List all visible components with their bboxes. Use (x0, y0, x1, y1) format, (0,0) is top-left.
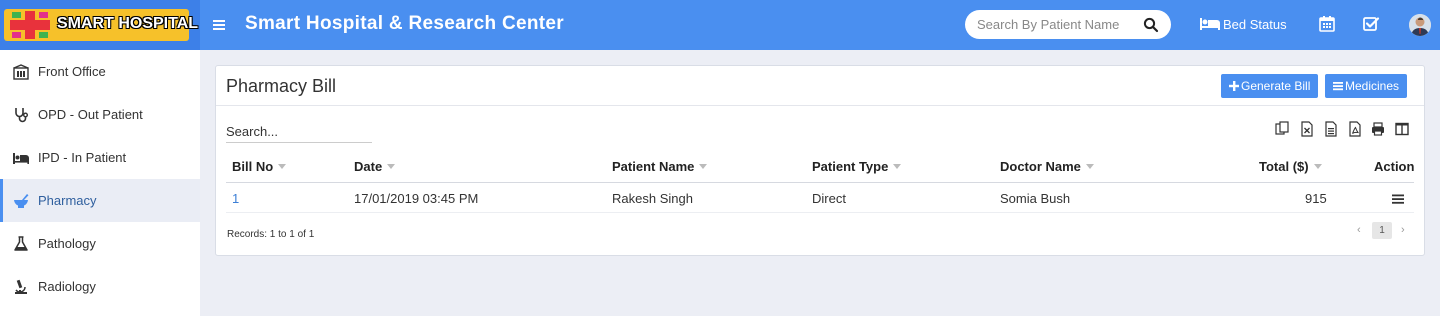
bed-icon (13, 153, 29, 164)
sort-icon (278, 164, 287, 169)
sort-icon (1313, 164, 1322, 169)
table-row-divider (226, 212, 1414, 213)
column-header-label: Action (1374, 159, 1415, 174)
sidebar-item-radiology[interactable]: Radiology (0, 265, 200, 308)
sidebar: Front Office OPD - Out Patient IPD - In … (0, 50, 200, 316)
column-header-doctor-name[interactable]: Doctor Name (1000, 159, 1094, 174)
hospital-cross-logo-icon (10, 11, 50, 39)
menu-icon[interactable] (212, 15, 228, 35)
column-header-patient-name[interactable]: Patient Name (612, 159, 708, 174)
sidebar-item-pharmacy[interactable]: Pharmacy (0, 179, 200, 222)
generate-bill-label: Generate Bill (1241, 79, 1311, 93)
sidebar-item-label: IPD - In Patient (38, 150, 127, 165)
csv-icon[interactable] (1324, 121, 1338, 137)
generate-bill-button[interactable]: Generate Bill (1221, 74, 1319, 98)
medicines-label: Medicines (1345, 79, 1400, 93)
pagination-prev-button[interactable]: ‹ (1357, 224, 1361, 236)
sidebar-item-front-office[interactable]: Front Office (0, 50, 200, 93)
sidebar-item-label: Pharmacy (38, 193, 97, 208)
app-title: Smart Hospital & Research Center (245, 13, 564, 34)
page-title: Pharmacy Bill (226, 76, 337, 96)
excel-icon[interactable] (1300, 121, 1314, 137)
plus-icon (1229, 81, 1239, 91)
sidebar-item-ipd[interactable]: IPD - In Patient (0, 136, 200, 179)
column-header-action: Action (1374, 159, 1414, 174)
sort-icon (387, 164, 396, 169)
table-search-input[interactable] (226, 121, 372, 143)
column-header-label: Patient Type (812, 159, 889, 174)
logo-badge: SMART HOSPITAL (4, 9, 198, 41)
bill-date-cell: 17/01/2019 03:45 PM (354, 191, 479, 206)
patient-type-cell: Direct (812, 191, 846, 206)
sidebar-item-label: Radiology (38, 279, 96, 294)
user-avatar[interactable] (1409, 14, 1431, 36)
sort-icon (893, 164, 902, 169)
stethoscope-icon (15, 108, 28, 123)
list-icon (1333, 82, 1343, 91)
sort-icon (1085, 164, 1094, 169)
sidebar-item-pathology[interactable]: Pathology (0, 222, 200, 265)
sidebar-item-label: Pathology (38, 236, 96, 251)
total-cell: 915 (1305, 191, 1327, 206)
pharmacy-bill-panel: Pharmacy Bill Generate Bill Medicines Se… (215, 65, 1425, 256)
row-action-menu-icon[interactable] (1392, 193, 1404, 205)
microscope-icon (15, 279, 27, 294)
column-header-date[interactable]: Date (354, 159, 396, 174)
panel-header: Pharmacy Bill Generate Bill Medicines (216, 66, 1424, 106)
bed-icon (1200, 18, 1220, 30)
print-icon[interactable] (1371, 121, 1385, 137)
logo-text: SMART HOSPITAL (57, 15, 199, 32)
column-header-label: Patient Name (612, 159, 695, 174)
table-header-divider (226, 182, 1414, 183)
sidebar-item-opd[interactable]: OPD - Out Patient (0, 93, 200, 136)
user-avatar-icon (1409, 14, 1431, 36)
flask-icon (14, 236, 28, 251)
pagination-current-page[interactable]: 1 (1372, 222, 1392, 239)
patient-search-box (965, 10, 1171, 39)
copy-icon[interactable] (1275, 121, 1289, 137)
sidebar-item-label: Front Office (38, 64, 106, 79)
patient-search-input[interactable] (977, 15, 1137, 34)
column-header-total[interactable]: Total ($) (1259, 159, 1322, 174)
column-header-bill-no[interactable]: Bill No (232, 159, 287, 174)
doctor-name-cell: Somia Bush (1000, 191, 1071, 206)
calendar-icon[interactable] (1318, 15, 1336, 33)
patient-name-cell: Rakesh Singh (612, 191, 693, 206)
column-header-label: Total ($) (1259, 159, 1309, 174)
medicines-button[interactable]: Medicines (1325, 74, 1408, 98)
top-navbar: SMART HOSPITAL Smart Hospital & Research… (0, 0, 1440, 50)
logo-area[interactable]: SMART HOSPITAL (0, 0, 200, 50)
front-office-icon (13, 64, 29, 80)
pagination-next-button[interactable]: › (1401, 224, 1405, 236)
search-icon[interactable] (1143, 17, 1159, 33)
columns-icon[interactable] (1395, 121, 1409, 137)
column-header-label: Doctor Name (1000, 159, 1081, 174)
pdf-icon[interactable] (1348, 121, 1362, 137)
task-check-icon[interactable] (1362, 15, 1380, 33)
column-header-label: Date (354, 159, 383, 174)
bill-no-link[interactable]: 1 (232, 191, 239, 206)
mortar-pestle-icon (14, 194, 29, 208)
column-header-patient-type[interactable]: Patient Type (812, 159, 902, 174)
sidebar-item-label: OPD - Out Patient (38, 107, 143, 122)
column-header-label: Bill No (232, 159, 274, 174)
records-count: Records: 1 to 1 of 1 (227, 229, 315, 240)
bed-status-label: Bed Status (1223, 17, 1287, 32)
sort-icon (699, 164, 708, 169)
